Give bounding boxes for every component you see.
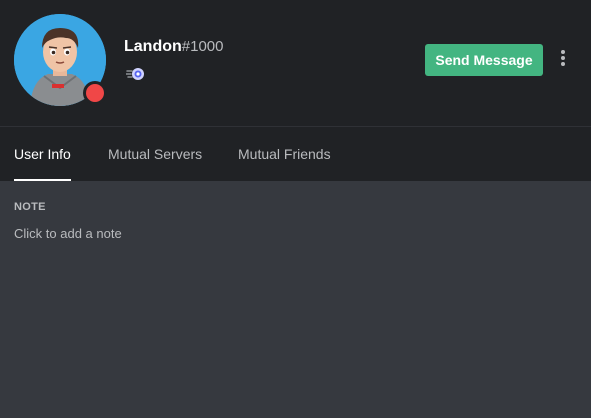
send-message-button[interactable]: Send Message <box>425 44 543 76</box>
discriminator: #1000 <box>181 38 224 55</box>
profile-header: Landon#1000 Send Message <box>0 0 591 126</box>
username: Landon <box>124 38 182 55</box>
nitro-badge-icon[interactable] <box>125 66 146 82</box>
more-vertical-icon[interactable] <box>555 48 571 72</box>
user-info-panel: NOTE <box>0 181 591 418</box>
tab-user-info[interactable]: User Info <box>14 127 71 181</box>
tab-mutual-servers[interactable]: Mutual Servers <box>108 127 202 181</box>
note-input[interactable] <box>14 223 574 243</box>
avatar[interactable] <box>14 14 106 106</box>
profile-tabs: User Info Mutual Servers Mutual Friends <box>0 126 591 181</box>
user-tag: Landon#1000 <box>124 38 223 56</box>
user-profile-modal: Landon#1000 Send Message User Info Mutua… <box>0 0 591 418</box>
tab-mutual-friends[interactable]: Mutual Friends <box>238 127 331 181</box>
note-heading: NOTE <box>14 201 46 213</box>
status-dnd-icon <box>86 84 104 102</box>
